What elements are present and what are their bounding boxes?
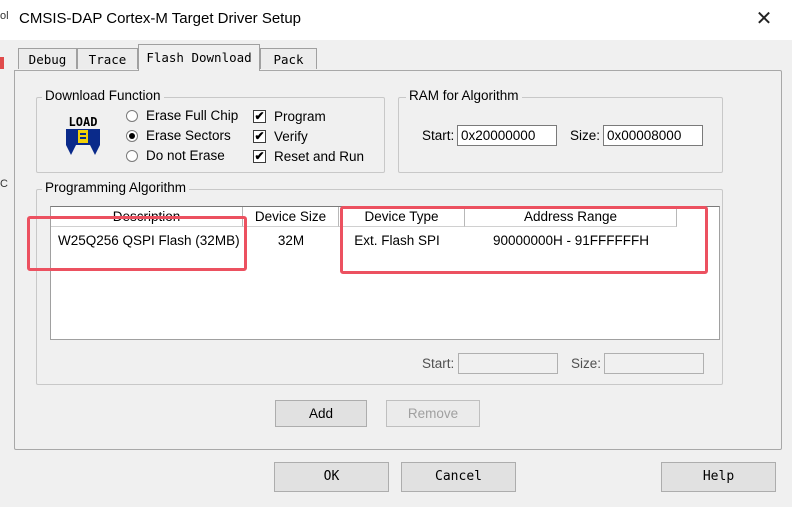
row-address-range[interactable]: 90000000H - 91FFFFFFH — [465, 233, 677, 248]
row-device-type[interactable]: Ext. Flash SPI — [339, 233, 455, 248]
tab-debug[interactable]: Debug — [18, 48, 77, 69]
download-function-legend: Download Function — [42, 88, 164, 103]
reset-and-run-checkbox[interactable]: ✔ — [253, 150, 266, 163]
ram-size-input[interactable]: 0x00008000 — [603, 125, 703, 146]
erase-full-chip-label: Erase Full Chip — [146, 108, 239, 123]
algorithm-start-label: Start: — [422, 356, 455, 371]
window-title: CMSIS-DAP Cortex-M Target Driver Setup — [19, 10, 302, 27]
row-device-size[interactable]: 32M — [243, 233, 339, 248]
load-icon: LOAD — [60, 113, 106, 157]
column-header-device-type[interactable]: Device Type — [339, 207, 465, 227]
ok-button[interactable]: OK — [274, 462, 389, 492]
ram-for-algorithm-legend: RAM for Algorithm — [406, 88, 522, 103]
load-icon-text: LOAD — [69, 115, 98, 129]
algorithm-size-label: Size: — [571, 356, 602, 371]
erase-sectors-radio[interactable] — [126, 130, 138, 142]
verify-label: Verify — [274, 129, 308, 144]
tab-trace[interactable]: Trace — [77, 48, 138, 69]
close-icon[interactable]: ✕ — [752, 6, 776, 32]
ram-size-label: Size: — [570, 128, 601, 143]
background-window-accent — [0, 57, 4, 69]
algorithm-size-input[interactable] — [604, 353, 704, 374]
remove-button[interactable]: Remove — [386, 400, 480, 427]
programming-algorithm-legend: Programming Algorithm — [42, 180, 190, 195]
program-label: Program — [274, 109, 326, 124]
do-not-erase-radio[interactable] — [126, 150, 138, 162]
tab-pack[interactable]: Pack — [260, 48, 317, 69]
background-window-fragment: ol — [0, 10, 9, 22]
reset-and-run-label: Reset and Run — [274, 149, 365, 164]
tab-flash-download[interactable]: Flash Download — [138, 44, 260, 71]
cancel-button[interactable]: Cancel — [401, 462, 516, 492]
background-window-fragment-2: C — [0, 178, 8, 190]
program-checkbox[interactable]: ✔ — [253, 110, 266, 123]
help-button[interactable]: Help — [661, 462, 776, 492]
algorithm-start-input[interactable] — [458, 353, 558, 374]
ram-start-input[interactable]: 0x20000000 — [457, 125, 557, 146]
ram-start-label: Start: — [422, 128, 455, 143]
column-header-address-range[interactable]: Address Range — [465, 207, 677, 227]
column-header-description[interactable]: Description — [51, 207, 243, 227]
verify-checkbox[interactable]: ✔ — [253, 130, 266, 143]
algorithm-list[interactable]: Description Device Size Device Type Addr… — [50, 206, 720, 340]
column-header-device-size[interactable]: Device Size — [243, 207, 339, 227]
erase-full-chip-radio[interactable] — [126, 110, 138, 122]
row-description[interactable]: W25Q256 QSPI Flash (32MB) — [58, 233, 240, 248]
add-button[interactable]: Add — [275, 400, 367, 427]
do-not-erase-label: Do not Erase — [146, 148, 225, 163]
erase-sectors-label: Erase Sectors — [146, 128, 231, 143]
